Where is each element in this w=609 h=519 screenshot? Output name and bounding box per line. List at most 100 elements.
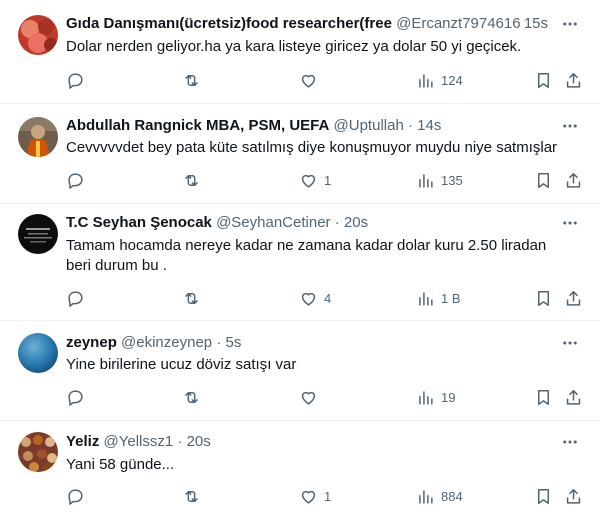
timestamp[interactable]: 20s [344, 214, 368, 231]
retweet-icon [185, 292, 198, 304]
like-count: 1 [324, 488, 332, 504]
bookmark-icon [537, 290, 550, 306]
tweet-text: Yani 58 günde... [66, 456, 175, 473]
reply-button[interactable] [66, 170, 91, 190]
display-name[interactable]: Gıda Danışmanı(ücretsiz)food researcher(… [66, 15, 392, 32]
reply-button[interactable] [66, 387, 91, 407]
view-count: 1 B [441, 290, 461, 306]
tweet-header: zeynep @ekinzeynep · 5s [66, 333, 530, 353]
reply-icon [68, 389, 83, 406]
bookmark-icon [537, 488, 550, 504]
bookmark-icon [537, 172, 550, 188]
reply-button[interactable] [66, 70, 91, 90]
views-button[interactable]: 1 B [416, 288, 461, 308]
heart-icon [301, 174, 316, 188]
timeline-feed: Gıda Danışmanı(ücretsiz)food researcher(… [0, 0, 609, 519]
avatar[interactable] [18, 432, 58, 472]
timestamp[interactable]: 14s [417, 117, 441, 134]
share-icon [566, 172, 581, 188]
more-options-button[interactable] [560, 333, 580, 353]
bookmark-button[interactable] [534, 288, 553, 308]
retweet-icon [185, 490, 198, 502]
user-handle[interactable]: @SeyhanCetiner [216, 214, 330, 231]
user-handle[interactable]: @Uptullah [334, 117, 404, 134]
view-count: 19 [441, 389, 456, 405]
like-button[interactable]: 1 [299, 170, 331, 190]
tweet-text: Dolar nerden geliyor.ha ya kara listeye … [66, 38, 522, 55]
share-button[interactable] [564, 288, 583, 308]
avatar[interactable] [18, 15, 58, 55]
share-button[interactable] [564, 486, 583, 506]
tweet[interactable]: zeynep @ekinzeynep · 5s Yine birilerine … [0, 321, 600, 421]
retweet-icon [185, 74, 198, 86]
more-icon [563, 124, 577, 128]
more-options-button[interactable] [560, 14, 580, 34]
display-name[interactable]: Abdullah Rangnick MBA, PSM, UEFA [66, 117, 329, 134]
bookmark-icon [537, 389, 550, 405]
timestamp[interactable]: 5s [226, 334, 242, 351]
tweet-actions: 1 135 [66, 170, 586, 190]
reply-button[interactable] [66, 288, 91, 308]
timestamp[interactable]: 15s [524, 14, 548, 34]
retweet-button[interactable] [182, 288, 207, 308]
bookmark-button[interactable] [534, 387, 553, 407]
avatar-image [18, 15, 58, 55]
more-options-button[interactable] [560, 432, 580, 452]
share-icon [566, 72, 581, 88]
retweet-button[interactable] [182, 387, 207, 407]
tweet-actions: 124 [66, 70, 586, 90]
timestamp[interactable]: 20s [187, 433, 211, 450]
retweet-icon [185, 174, 198, 186]
share-icon [566, 290, 581, 306]
display-name[interactable]: Yeliz [66, 433, 99, 450]
user-handle[interactable]: @Ercanzt7974616 [396, 15, 520, 32]
retweet-button[interactable] [182, 486, 207, 506]
share-button[interactable] [564, 170, 583, 190]
analytics-icon [419, 489, 433, 504]
avatar-image [18, 214, 58, 254]
user-handle[interactable]: @Yellssz1 [104, 433, 174, 450]
views-button[interactable]: 19 [416, 387, 455, 407]
views-button[interactable]: 135 [416, 170, 463, 190]
avatar[interactable] [18, 333, 58, 373]
user-handle[interactable]: @ekinzeynep [121, 334, 212, 351]
like-button[interactable] [299, 70, 324, 90]
tweet-header: Gıda Danışmanı(ücretsiz)food researcher(… [66, 14, 530, 34]
avatar-image [18, 117, 58, 157]
tweet[interactable]: T.C Seyhan Şenocak @SeyhanCetiner · 20s … [0, 204, 600, 321]
like-button[interactable]: 1 [299, 486, 331, 506]
display-name[interactable]: zeynep [66, 334, 117, 351]
like-button[interactable]: 4 [299, 288, 331, 308]
more-options-button[interactable] [560, 116, 580, 136]
share-button[interactable] [564, 70, 583, 90]
retweet-button[interactable] [182, 70, 207, 90]
more-icon [563, 22, 577, 26]
tweet[interactable]: Gıda Danışmanı(ücretsiz)food researcher(… [0, 0, 600, 104]
reply-icon [68, 72, 83, 89]
share-icon [566, 488, 581, 504]
like-button[interactable] [299, 387, 324, 407]
separator-dot: · [216, 334, 222, 351]
views-button[interactable]: 884 [416, 486, 463, 506]
tweet-header: Yeliz @Yellssz1 · 20s [66, 432, 530, 452]
analytics-icon [419, 173, 433, 188]
share-button[interactable] [564, 387, 583, 407]
reply-icon [68, 488, 83, 505]
avatar[interactable] [18, 214, 58, 254]
retweet-button[interactable] [182, 170, 207, 190]
retweet-icon [185, 391, 198, 403]
tweet[interactable]: Abdullah Rangnick MBA, PSM, UEFA @Uptull… [0, 104, 600, 204]
analytics-icon [419, 73, 433, 88]
avatar[interactable] [18, 117, 58, 157]
tweet-header: T.C Seyhan Şenocak @SeyhanCetiner · 20s [66, 213, 530, 233]
tweet[interactable]: Yeliz @Yellssz1 · 20s Yani 58 günde... 1 [0, 421, 600, 519]
bookmark-button[interactable] [534, 486, 553, 506]
reply-icon [68, 290, 83, 307]
display-name[interactable]: T.C Seyhan Şenocak [66, 214, 212, 231]
bookmark-button[interactable] [534, 170, 553, 190]
more-icon [563, 341, 577, 345]
bookmark-button[interactable] [534, 70, 553, 90]
more-options-button[interactable] [560, 213, 580, 233]
reply-button[interactable] [66, 486, 91, 506]
views-button[interactable]: 124 [416, 70, 463, 90]
